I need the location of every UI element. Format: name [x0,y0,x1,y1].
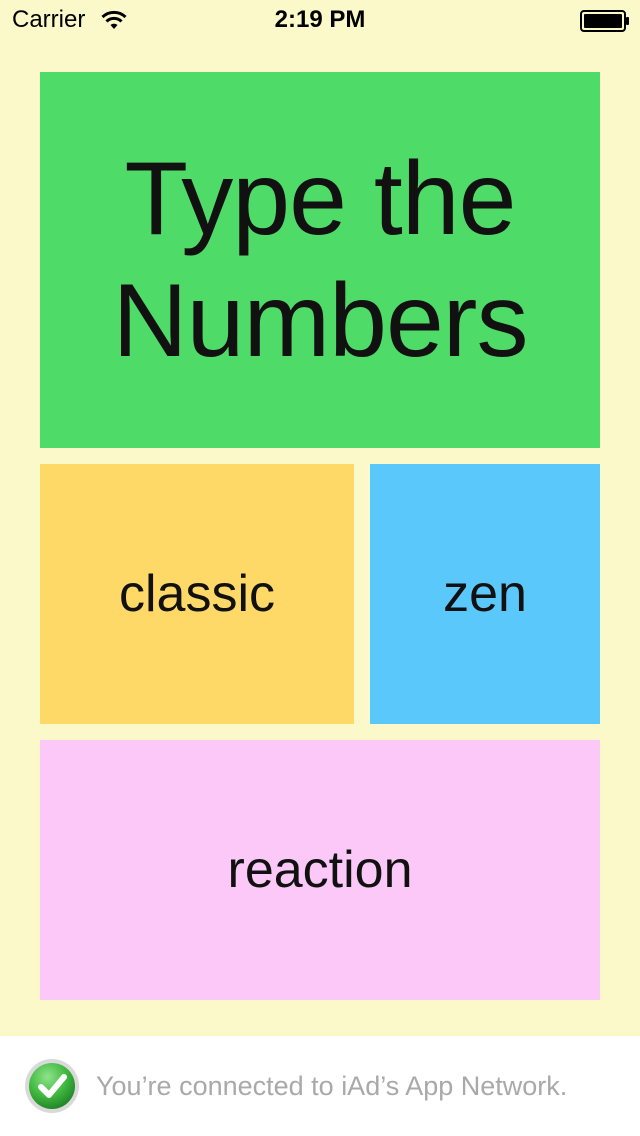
battery-full-icon [580,10,629,32]
checkmark-icon [25,1059,79,1113]
iad-banner-text: You’re connected to iAd’s App Network. [96,1071,568,1101]
classic-mode-label: classic [118,565,276,623]
status-time: 2:19 PM [274,6,366,33]
iad-banner[interactable]: You’re connected to iAd’s App Network. [0,1036,640,1136]
app-title: Type the Numbers [112,141,529,379]
zen-mode-button[interactable]: zen [370,464,600,724]
reaction-mode-button[interactable]: reaction [40,740,600,1000]
classic-mode-button[interactable]: classic [40,464,354,724]
title-tile: Type the Numbers [40,72,600,448]
zen-mode-label: zen [443,565,527,623]
status-bar: Carrier 2:19 PM [0,0,640,40]
reaction-mode-label: reaction [227,841,413,899]
